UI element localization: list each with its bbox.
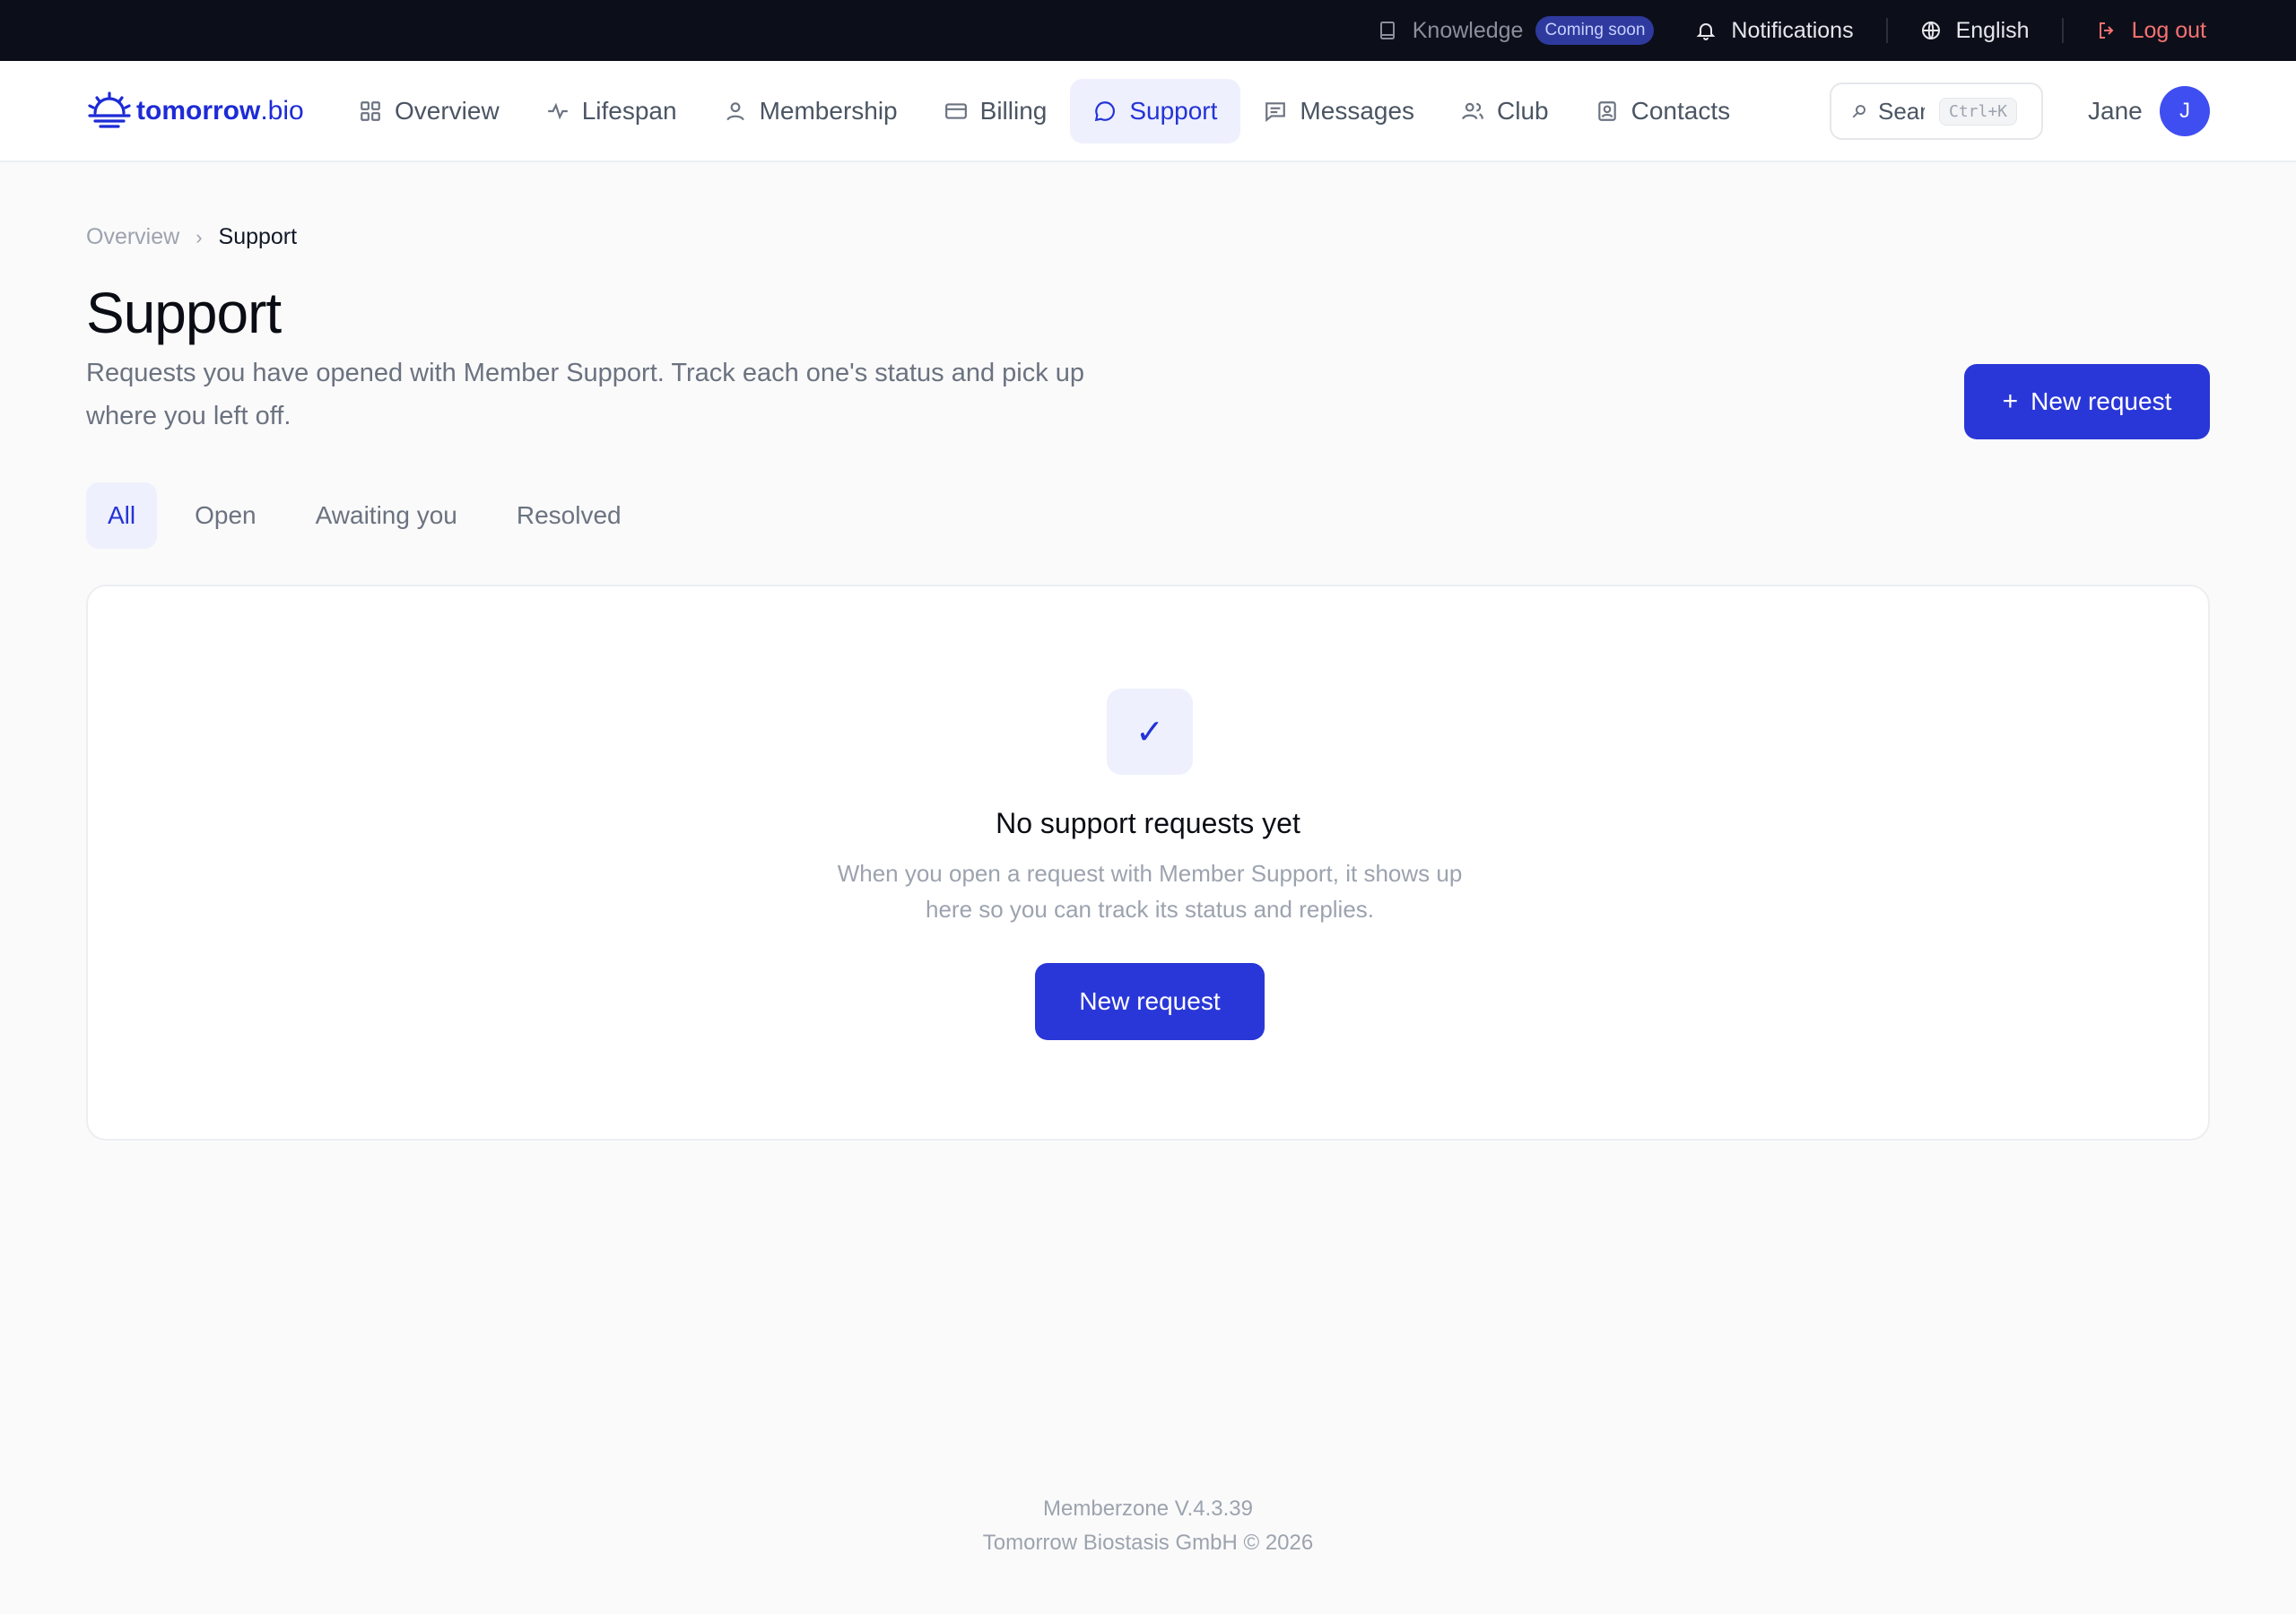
tab-open[interactable]: Open bbox=[173, 482, 278, 549]
divider bbox=[2061, 18, 2064, 43]
nav-item-label: Club bbox=[1497, 97, 1549, 125]
nav-item-overview[interactable]: Overview bbox=[335, 79, 523, 143]
status-filter-tabs: All Open Awaiting you Resolved bbox=[86, 482, 659, 549]
language-selector[interactable]: English bbox=[1920, 18, 2030, 44]
breadcrumb-current: Support bbox=[218, 224, 298, 249]
nav-item-contacts[interactable]: Contacts bbox=[1572, 79, 1754, 143]
pulse-icon bbox=[547, 102, 568, 120]
knowledge-link[interactable]: Knowledge Coming soon bbox=[1377, 16, 1655, 45]
notifications-link[interactable]: Notifications bbox=[1695, 17, 1854, 44]
notifications-label: Notifications bbox=[1731, 17, 1854, 43]
globe-icon bbox=[1921, 22, 1940, 39]
breadcrumb-overview-link[interactable]: Overview bbox=[86, 224, 179, 250]
contact-icon bbox=[1597, 101, 1616, 121]
logout-label: Log out bbox=[2131, 17, 2206, 43]
nav-item-label: Lifespan bbox=[581, 97, 677, 125]
nav-items: Overview Lifespan Membership Billing Sup… bbox=[335, 79, 1753, 143]
nav-item-support[interactable]: Support bbox=[1070, 79, 1241, 143]
page-description: Requests you have opened with Member Sup… bbox=[86, 359, 1085, 430]
page-title: Support bbox=[86, 281, 282, 345]
empty-state-description: When you open a request with Member Supp… bbox=[837, 860, 1463, 923]
avatar[interactable]: J bbox=[2160, 86, 2210, 136]
bell-icon bbox=[1696, 23, 1716, 40]
nav-item-billing[interactable]: Billing bbox=[921, 79, 1071, 143]
book-icon bbox=[1379, 22, 1395, 39]
footer: Memberzone V.4.3.39 Tomorrow Biostasis G… bbox=[0, 1492, 2296, 1560]
nav-item-messages[interactable]: Messages bbox=[1240, 79, 1438, 143]
main-nav: tomorrow.bio Overview Lifespan Membershi… bbox=[0, 61, 2296, 162]
nav-item-label: Support bbox=[1129, 97, 1218, 125]
empty-state-title: No support requests yet bbox=[996, 807, 1300, 839]
empty-state-new-request-button[interactable]: New request bbox=[1035, 963, 1265, 1040]
coming-soon-badge: Coming soon bbox=[1535, 16, 1655, 45]
nav-item-label: Overview bbox=[395, 97, 500, 125]
grid-icon bbox=[361, 101, 380, 121]
utility-bar: Knowledge Coming soon Notifications Engl… bbox=[0, 0, 2296, 61]
brand-logo[interactable]: tomorrow.bio bbox=[86, 91, 304, 131]
breadcrumb: Overview › Support bbox=[86, 224, 297, 250]
knowledge-label: Knowledge bbox=[1412, 17, 1524, 43]
message-icon bbox=[1265, 102, 1286, 123]
nav-item-membership[interactable]: Membership bbox=[700, 79, 921, 143]
nav-item-label: Messages bbox=[1300, 97, 1415, 125]
nav-item-lifespan[interactable]: Lifespan bbox=[523, 79, 700, 143]
nav-item-label: Contacts bbox=[1631, 97, 1731, 125]
plus-icon: + bbox=[2002, 386, 2019, 416]
brand-name: tomorrow.bio bbox=[136, 96, 304, 126]
copyright: Tomorrow Biostasis GmbH © 2026 bbox=[982, 1531, 1314, 1555]
divider bbox=[1885, 18, 1888, 43]
breadcrumb-separator: › bbox=[196, 225, 203, 248]
search-input[interactable] bbox=[1878, 97, 1925, 126]
empty-state-card: ✓ No support requests yet When you open … bbox=[86, 585, 2210, 1141]
sunrise-logo-icon bbox=[88, 91, 131, 128]
tab-all[interactable]: All bbox=[86, 482, 158, 549]
search-icon bbox=[1852, 105, 1866, 118]
nav-item-club[interactable]: Club bbox=[1438, 79, 1572, 143]
user-name[interactable]: Jane bbox=[2088, 97, 2143, 126]
search-box[interactable]: Ctrl+K bbox=[1830, 82, 2043, 140]
logout-button[interactable]: Log out bbox=[2096, 18, 2206, 44]
app-version: Memberzone V.4.3.39 bbox=[1043, 1497, 1253, 1521]
search-shortcut-hint: Ctrl+K bbox=[1939, 97, 2018, 126]
new-request-label: New request bbox=[2031, 387, 2172, 415]
tab-resolved[interactable]: Resolved bbox=[495, 482, 643, 549]
card-icon bbox=[944, 103, 967, 119]
tab-awaiting-you[interactable]: Awaiting you bbox=[294, 482, 479, 549]
language-label: English bbox=[1955, 17, 2030, 43]
new-request-button[interactable]: + New request bbox=[1964, 364, 2210, 439]
logout-icon bbox=[2099, 22, 2113, 39]
checkmark-icon: ✓ bbox=[1107, 689, 1193, 775]
chat-icon bbox=[1095, 101, 1116, 122]
users-icon bbox=[1462, 102, 1483, 120]
nav-item-label: Billing bbox=[979, 97, 1048, 125]
nav-item-label: Membership bbox=[759, 97, 898, 125]
user-icon bbox=[726, 102, 744, 121]
